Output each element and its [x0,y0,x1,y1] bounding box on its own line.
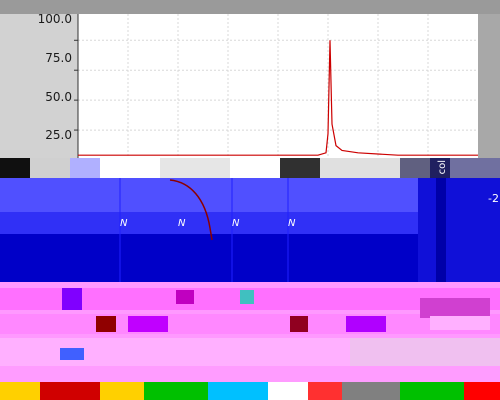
magenta-panel [0,282,500,382]
dark-red-trace [169,179,213,241]
strip-segment [100,382,144,400]
toolbar-segment [30,158,70,178]
bottom-colour-strip [0,382,500,400]
strip-segment [308,382,342,400]
strip-segment [268,382,308,400]
side-number: -2 [488,192,499,205]
line-chart [74,14,478,160]
colour-block [240,290,254,304]
toolbar-segment [70,158,100,178]
colour-block [430,316,490,330]
cell-label: N [232,218,240,229]
magenta-row [0,366,500,382]
toolbar-segment [100,158,160,178]
toolbar-segment [280,158,320,178]
colour-block [420,298,490,318]
cell-label: N [178,218,186,229]
colour-block [346,316,386,332]
toolbar-segment [160,158,230,178]
cell-label: N [288,218,296,229]
strip-segment [400,382,464,400]
y-tick-label-50: 50.0 [45,90,72,104]
colour-block [350,338,500,366]
chart-pane: 100.0 75.0 50.0 25.0 [0,0,500,160]
y-tick-label-25: 25.0 [45,128,72,142]
colour-block [128,316,168,332]
toolbar-segment [320,158,400,178]
strip-segment [40,382,100,400]
blue-panel: N N N N -2 [0,178,500,282]
colour-block [96,316,116,332]
colour-block [62,288,82,310]
column-side-label: col [437,160,448,175]
colour-block [176,290,194,304]
toolbar-segment [450,158,500,178]
toolbar-segment [0,158,30,178]
strip-segment [0,382,40,400]
strip-segment [464,382,500,400]
toolbar-segment [400,158,430,178]
toolbar-band: col [0,158,500,178]
colour-block [60,348,84,360]
toolbar-segment [230,158,280,178]
cell-label: N [120,218,128,229]
screen: 100.0 75.0 50.0 25.0 col N N N N -2 [0,0,500,400]
blue-panel-trace [119,178,289,282]
colour-block [290,316,308,332]
strip-segment [208,382,268,400]
y-tick-label-75: 75.0 [45,51,72,65]
strip-segment [342,382,400,400]
y-tick-label-100: 100.0 [37,12,72,26]
strip-segment [144,382,208,400]
